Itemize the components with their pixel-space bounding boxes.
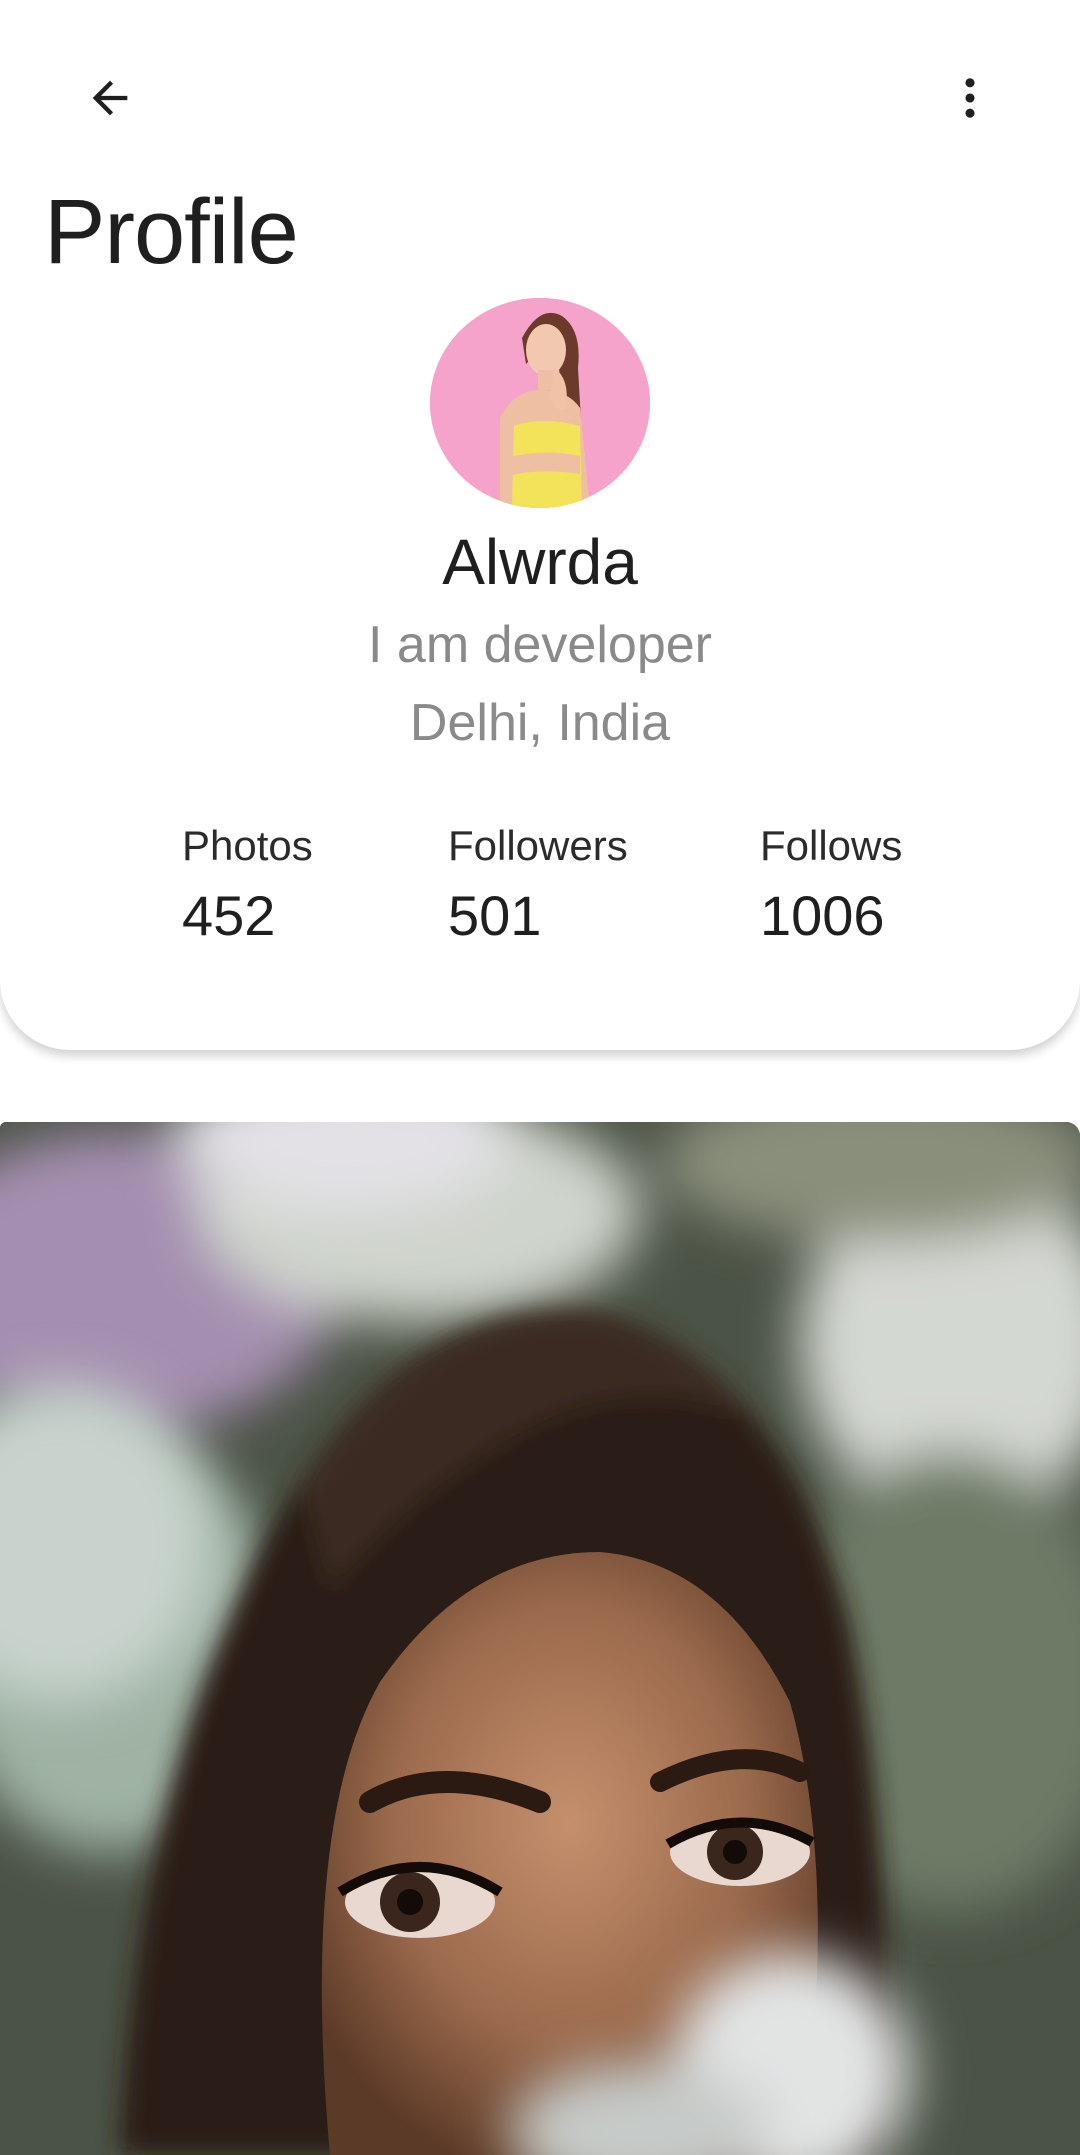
arrow-left-icon <box>92 80 128 116</box>
profile-location: Delhi, India <box>409 694 671 752</box>
profile-card: Profile Alwrda I am developer Delhi, Ind… <box>0 0 1080 1050</box>
more-vert-icon <box>965 78 975 118</box>
profile-avatar[interactable] <box>430 298 650 508</box>
page-title: Profile <box>44 181 299 283</box>
stat-followers[interactable]: Followers 501 <box>448 818 628 952</box>
profile-screen: Profile Alwrda I am developer Delhi, Ind… <box>0 0 1080 2155</box>
stat-value-follows: 1006 <box>760 884 885 947</box>
stat-label-follows: Follows <box>760 822 903 869</box>
featured-photo-image <box>0 1122 1080 2155</box>
stat-value-photos: 452 <box>182 884 276 947</box>
top-app-bar <box>0 0 1080 190</box>
stat-value-followers: 501 <box>448 884 542 947</box>
stat-photos[interactable]: Photos 452 <box>182 818 313 952</box>
profile-bio: I am developer <box>368 616 712 674</box>
stat-follows[interactable]: Follows 1006 <box>760 818 902 952</box>
more-options-button[interactable] <box>922 50 1018 146</box>
stat-label-photos: Photos <box>182 822 313 869</box>
profile-name: Alwrda <box>442 526 638 598</box>
photo-card[interactable] <box>0 1122 1080 2155</box>
stat-label-followers: Followers <box>448 822 628 869</box>
avatar-portrait-image <box>430 298 650 508</box>
back-button[interactable] <box>62 50 158 146</box>
